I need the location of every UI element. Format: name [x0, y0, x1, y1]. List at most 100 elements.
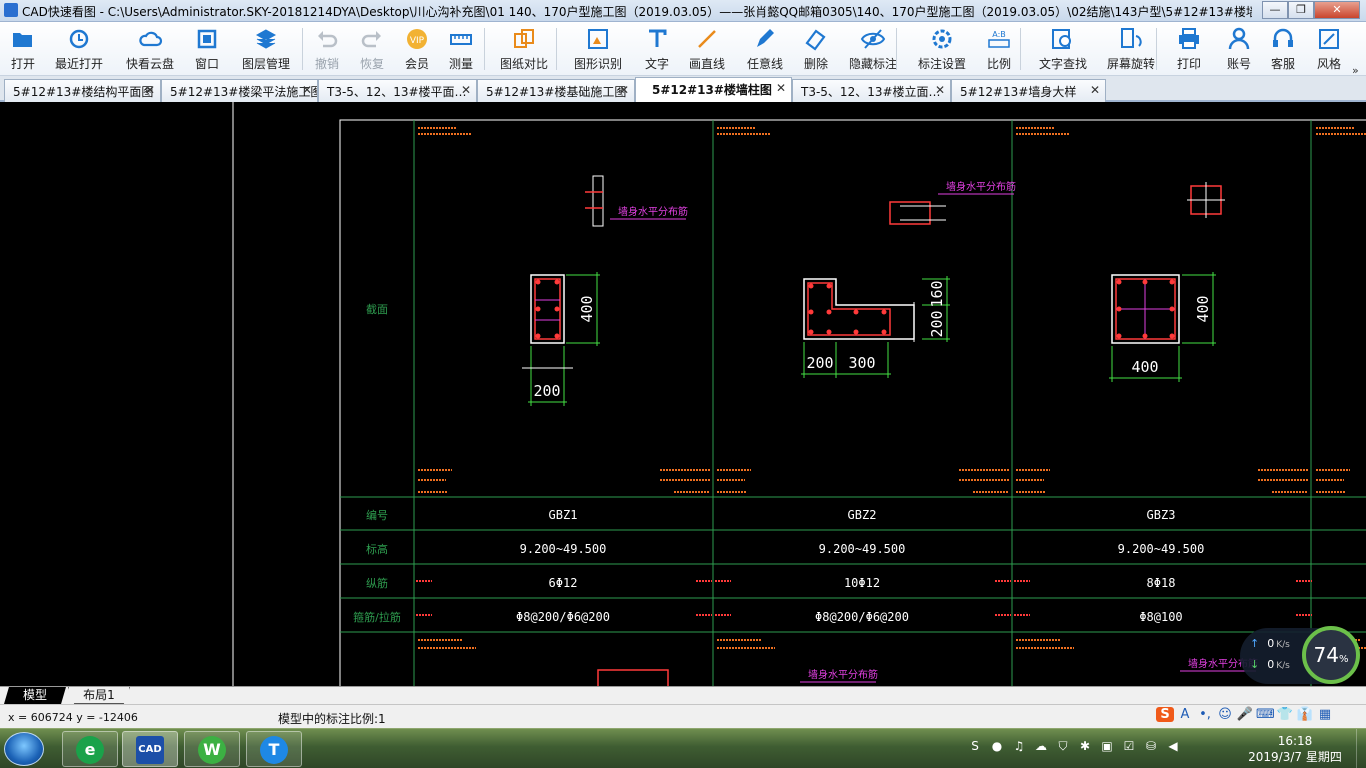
toolbar-button-label: 屏幕旋转	[1106, 57, 1155, 71]
toolbar-button-style[interactable]: 风格	[1312, 26, 1346, 72]
toolbar-button-label: 会员	[404, 57, 429, 71]
toolbar-button-text-search[interactable]: 文字查找	[1032, 26, 1094, 72]
toolbar-button-pen[interactable]: 任意线	[742, 26, 788, 72]
wechat-icon: W	[198, 736, 226, 764]
network-icon[interactable]: ⛁	[1142, 739, 1160, 755]
taskbar: e CAD W T S ● ♫ ☁ ⛉ ✱ ▣ ☑ ⛁ ◀ 16:18 2019/3/7 星期四	[0, 728, 1366, 768]
show-desktop-button[interactable]	[1356, 729, 1366, 768]
document-tab[interactable]: 5#12#13#墙身大样 ✕	[951, 79, 1106, 102]
toolbar-button-text[interactable]: 文字	[640, 26, 674, 72]
document-tab[interactable]: 5#12#13#楼梁平法施工图 ✕	[161, 79, 318, 102]
document-tab[interactable]: 5#12#13#楼墙柱图 ✕	[635, 77, 792, 102]
toolbar-button-history[interactable]: 最近打开	[52, 26, 106, 72]
document-tabs: 5#12#13#楼结构平面图 ✕ 5#12#13#楼梁平法施工图 ✕ T3-5、12、1…	[0, 76, 1366, 102]
skin-icon[interactable]: 👕	[1276, 707, 1294, 722]
display-icon[interactable]: ▣	[1098, 739, 1116, 755]
memory-usage-gauge: 74%	[1302, 626, 1360, 684]
folder-open-icon	[8, 26, 38, 52]
wechat-tray-icon[interactable]: ♫	[1010, 739, 1028, 755]
taskbar-app[interactable]: T	[246, 731, 302, 767]
rebar-note: 墙身水平分布筋	[618, 205, 688, 218]
toolbar-button-label: 隐藏标注	[848, 57, 897, 71]
toolbar-button-layers[interactable]: 图层管理	[236, 26, 296, 72]
drawing-canvas[interactable]: 截面 编号 标高 纵筋 箍筋/拉筋 GBZ1 9.200~49.500 6Φ12 Φ8@200/…	[0, 102, 1366, 686]
toolbar-button-scale[interactable]: A:B 比例	[982, 26, 1016, 72]
tab-close-icon[interactable]: ✕	[776, 81, 786, 95]
action-center-icon[interactable]: ☑	[1120, 739, 1138, 755]
document-tab[interactable]: T3-5、12、13#楼平面… ✕	[318, 79, 477, 102]
dimension-label: 400	[1194, 295, 1212, 322]
toolbar-button-eraser[interactable]: 删除	[800, 26, 832, 72]
tab-close-icon[interactable]: ✕	[1090, 83, 1100, 97]
toolbar-button-label: 客服	[1270, 57, 1295, 71]
toolbar-button-window[interactable]: 窗口	[190, 26, 224, 72]
t-app-icon: T	[260, 736, 288, 764]
toolbar-button-folder-open[interactable]: 打开	[8, 26, 38, 72]
toolbar-button-user[interactable]: 账号	[1222, 26, 1256, 72]
emoji-icon[interactable]: ☺	[1216, 707, 1234, 722]
taskbar-app[interactable]: W	[184, 731, 240, 767]
start-button[interactable]	[4, 732, 44, 766]
sogou-ime-icon[interactable]: S	[1156, 707, 1174, 722]
taskbar-app[interactable]: CAD	[122, 731, 178, 767]
toolbar-separator	[302, 28, 303, 70]
toolbar-button-shape-recognize[interactable]: 图形识别	[568, 26, 628, 72]
punctuation-icon[interactable]: •,	[1196, 707, 1214, 722]
toolbar-button-rotate-screen[interactable]: 屏幕旋转	[1100, 26, 1162, 72]
document-tab[interactable]: 5#12#13#楼结构平面图 ✕	[4, 79, 161, 102]
maximize-button[interactable]: ❐	[1288, 1, 1314, 19]
toolbar-button-label: 恢复	[359, 57, 384, 71]
toolbar-button-undo[interactable]: 撤销	[312, 26, 342, 72]
toolbar-button-ruler[interactable]: 测量	[444, 26, 478, 72]
shape-recognize-icon	[568, 26, 628, 52]
document-tab[interactable]: T3-5、12、13#楼立面… ✕	[792, 79, 951, 102]
style-icon	[1312, 26, 1346, 52]
tab-close-icon[interactable]: ✕	[145, 83, 155, 97]
tab-model[interactable]: 模型	[4, 687, 66, 704]
ie-icon: e	[76, 736, 104, 764]
rebar-note: 墙身水平分布筋	[808, 668, 878, 681]
toolbar-button-headset[interactable]: 客服	[1266, 26, 1300, 72]
taskbar-app[interactable]: e	[62, 731, 118, 767]
bluetooth-icon[interactable]: ✱	[1076, 739, 1094, 755]
cloud-tray-icon[interactable]: ☁	[1032, 739, 1050, 755]
settings-icon	[912, 26, 972, 52]
dimension-label: 200	[533, 382, 560, 400]
document-tab[interactable]: 5#12#13#楼基础施工图 ✕	[477, 79, 635, 102]
ime-mode-icon[interactable]: A	[1176, 707, 1194, 722]
minimize-button[interactable]: —	[1262, 1, 1288, 19]
toolbar-button-settings[interactable]: 标注设置	[912, 26, 972, 72]
tab-close-icon[interactable]: ✕	[619, 83, 629, 97]
ruler-icon	[444, 26, 478, 52]
clock-time: 16:18	[1277, 734, 1313, 748]
security-tray-icon[interactable]: ⛉	[1054, 739, 1072, 755]
clock[interactable]: 16:18 2019/3/7 星期四	[1240, 733, 1350, 765]
app-tray-icon[interactable]: ●	[988, 739, 1006, 755]
close-button[interactable]: ✕	[1314, 1, 1360, 19]
tab-close-icon[interactable]: ✕	[461, 83, 471, 97]
toolbar-button-vip[interactable]: VIP 会员	[400, 26, 434, 72]
voice-icon[interactable]: 🎤	[1236, 707, 1254, 722]
tab-close-icon[interactable]: ✕	[935, 83, 945, 97]
toolbar-button-line[interactable]: 画直线	[684, 26, 730, 72]
toolbar-button-label: 标注设置	[917, 57, 966, 71]
toolbar-button-label: 比例	[986, 57, 1011, 71]
skin2-icon[interactable]: 👔	[1296, 707, 1314, 722]
cell-id: GBZ3	[1147, 508, 1176, 522]
window-icon	[190, 26, 224, 52]
sogou-tray-icon[interactable]: S	[966, 739, 984, 755]
tab-close-icon[interactable]: ✕	[302, 83, 312, 97]
toolbar-button-eye-hide[interactable]: 隐藏标注	[844, 26, 902, 72]
network-speed-widget[interactable]: ↑ 0 K/s ↓ 0 K/s 74%	[1240, 626, 1360, 684]
volume-icon[interactable]: ◀	[1164, 739, 1182, 755]
eraser-icon	[800, 26, 832, 52]
toolbar-button-compare[interactable]: 图纸对比	[494, 26, 554, 72]
toolbar-button-printer[interactable]: 打印	[1172, 26, 1206, 72]
toolbox-icon[interactable]: ▦	[1316, 707, 1334, 722]
toolbar-button-cloud[interactable]: 快看云盘	[122, 26, 178, 72]
tab-layout1[interactable]: 布局1	[68, 687, 130, 704]
ime-toolbar[interactable]: S A •, ☺ 🎤 ⌨ 👕 👔 ▦	[1156, 707, 1336, 727]
user-icon	[1222, 26, 1256, 52]
toolbar-button-redo[interactable]: 恢复	[357, 26, 387, 72]
keyboard-icon[interactable]: ⌨	[1256, 707, 1275, 722]
